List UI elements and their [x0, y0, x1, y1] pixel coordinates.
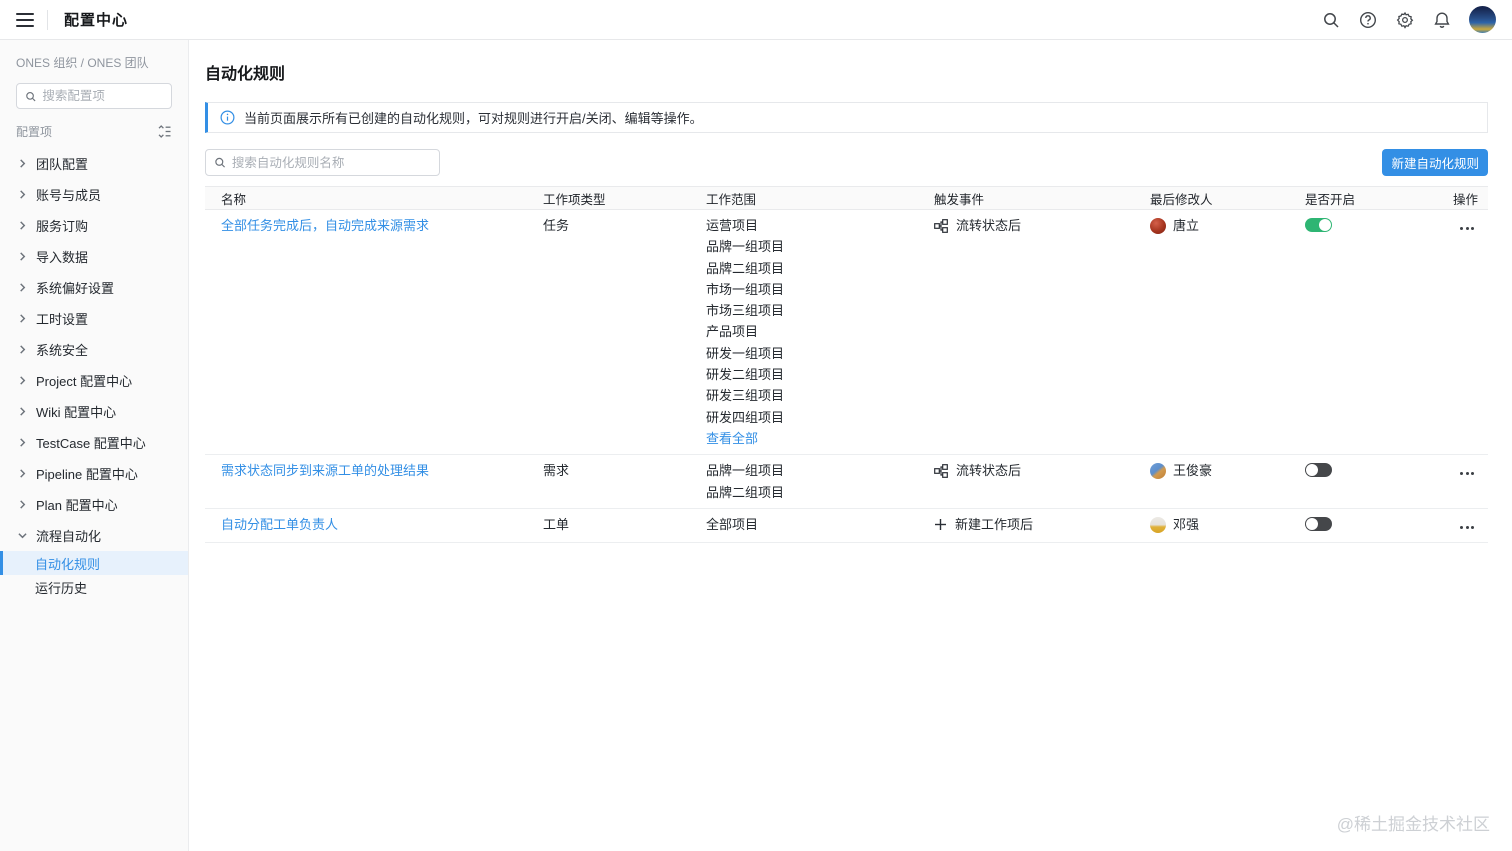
enable-toggle[interactable]: [1305, 516, 1332, 531]
rule-search[interactable]: [205, 149, 440, 176]
enable-toggle[interactable]: [1305, 463, 1332, 478]
modifier-avatar: [1150, 217, 1166, 234]
modifier-avatar: [1150, 462, 1166, 479]
rule-name-link[interactable]: 全部任务完成后，自动完成来源需求: [221, 218, 429, 233]
sidebar-item-wiki-config[interactable]: Wiki 配置中心: [0, 396, 188, 427]
trigger-label: 流转状态后: [956, 463, 1022, 479]
sidebar-item-run-history[interactable]: 运行历史: [0, 575, 188, 599]
collapse-all-icon[interactable]: [157, 124, 172, 139]
more-actions-icon[interactable]: [1460, 517, 1474, 529]
rule-name-link[interactable]: 自动分配工单负责人: [221, 517, 338, 532]
config-section-label: 配置项: [16, 125, 53, 139]
sidebar-item-system-preferences[interactable]: 系统偏好设置: [0, 272, 188, 303]
sidebar-item-team-config[interactable]: 团队配置: [0, 148, 188, 179]
col-actions: 操作: [1452, 192, 1478, 207]
chevron-down-icon: [18, 531, 27, 540]
search-icon: [26, 91, 36, 101]
table-header: 名称 工作项类型 工作范围 触发事件 最后修改人 是否开启 操作: [205, 186, 1488, 210]
col-name: 名称: [221, 192, 247, 207]
chevron-right-icon: [18, 252, 27, 261]
trigger-label: 流转状态后: [956, 218, 1022, 233]
main-content: 自动化规则 当前页面展示所有已创建的自动化规则，可对规则进行开启/关闭、编辑等操…: [189, 40, 1512, 851]
scope-list: 品牌一组项目 品牌二组项目: [706, 463, 785, 500]
modifier-name: 邓强: [1173, 516, 1200, 532]
sidebar-item-import-data[interactable]: 导入数据: [0, 241, 188, 272]
sidebar-item-process-automation[interactable]: 流程自动化: [0, 520, 188, 551]
sidebar-item-accounts-members[interactable]: 账号与成员: [0, 179, 188, 210]
item-type: 需求: [543, 463, 570, 479]
plus-icon: [934, 514, 947, 535]
page-title: 自动化规则: [205, 66, 286, 83]
sidebar-item-project-config[interactable]: Project 配置中心: [0, 365, 188, 396]
sidebar-item-service-subscription[interactable]: 服务订购: [0, 210, 188, 241]
table-row: 需求状态同步到来源工单的处理结果 需求 品牌一组项目 品牌二组项目 流转状态后 …: [205, 455, 1488, 509]
item-type: 工单: [543, 516, 570, 532]
table-row: 自动分配工单负责人 工单 全部项目 新建工作项后 邓强: [205, 509, 1488, 544]
chevron-right-icon: [18, 159, 27, 168]
bell-icon[interactable]: [1432, 10, 1451, 29]
sidebar-item-system-security[interactable]: 系统安全: [0, 334, 188, 365]
search-icon: [215, 157, 226, 168]
chevron-right-icon: [18, 407, 27, 416]
gear-icon[interactable]: [1395, 10, 1414, 29]
more-actions-icon[interactable]: [1460, 218, 1474, 230]
chevron-right-icon: [18, 221, 27, 230]
col-scope: 工作范围: [706, 192, 757, 207]
modifier-name: 唐立: [1173, 218, 1200, 233]
chevron-right-icon: [18, 376, 27, 385]
trigger-label: 新建工作项后: [955, 516, 1034, 532]
chevron-right-icon: [18, 345, 27, 354]
workflow-icon: [934, 460, 948, 481]
item-type: 任务: [543, 218, 570, 233]
modifier-avatar: [1150, 516, 1166, 533]
sidebar-item-automation-rules[interactable]: 自动化规则: [0, 551, 188, 575]
app-title: 配置中心: [64, 12, 129, 29]
chevron-right-icon: [18, 438, 27, 447]
help-icon[interactable]: [1358, 10, 1377, 29]
sidebar-search[interactable]: [16, 83, 172, 109]
menu-icon[interactable]: [16, 12, 34, 27]
rule-name-link[interactable]: 需求状态同步到来源工单的处理结果: [221, 463, 429, 478]
workflow-icon: [934, 215, 948, 236]
user-avatar[interactable]: [1469, 6, 1496, 33]
col-enabled: 是否开启: [1305, 192, 1356, 207]
sidebar-search-input[interactable]: [42, 89, 163, 103]
top-header: 配置中心: [0, 0, 1512, 40]
chevron-right-icon: [18, 469, 27, 478]
search-icon[interactable]: [1321, 10, 1340, 29]
header-divider: [47, 9, 48, 30]
sidebar-item-worktime-settings[interactable]: 工时设置: [0, 303, 188, 334]
watermark: @稀土掘金技术社区: [1336, 815, 1490, 834]
chevron-right-icon: [18, 500, 27, 509]
table-row: 全部任务完成后，自动完成来源需求 任务 运营项目 品牌一组项目 品牌二组项目 市…: [205, 210, 1488, 456]
scope-list: 全部项目: [706, 516, 759, 532]
create-rule-button[interactable]: 新建自动化规则: [1382, 149, 1488, 176]
modifier-name: 王俊豪: [1173, 463, 1213, 479]
breadcrumb: ONES 组织 / ONES 团队: [16, 56, 149, 70]
sidebar-item-testcase-config[interactable]: TestCase 配置中心: [0, 427, 188, 458]
enable-toggle[interactable]: [1305, 218, 1332, 232]
info-banner-text: 当前页面展示所有已创建的自动化规则，可对规则进行开启/关闭、编辑等操作。: [244, 111, 703, 126]
sidebar: ONES 组织 / ONES 团队 配置项 团队配置 账号与成员 服务订购 导入…: [0, 40, 189, 851]
scope-list: 运营项目 品牌一组项目 品牌二组项目 市场一组项目 市场三组项目 产品项目 研发…: [706, 215, 934, 449]
more-actions-icon[interactable]: [1460, 463, 1474, 476]
view-all-link[interactable]: 查看全部: [706, 428, 934, 449]
col-item-type: 工作项类型: [543, 192, 606, 207]
info-banner: 当前页面展示所有已创建的自动化规则，可对规则进行开启/关闭、编辑等操作。: [205, 102, 1488, 133]
rules-table: 名称 工作项类型 工作范围 触发事件 最后修改人 是否开启 操作 全部任务完成后…: [205, 186, 1488, 544]
chevron-right-icon: [18, 283, 27, 292]
chevron-right-icon: [18, 314, 27, 323]
col-modifier: 最后修改人: [1150, 192, 1213, 207]
sidebar-nav: 团队配置 账号与成员 服务订购 导入数据 系统偏好设置 工时设置 系统安全 Pr…: [0, 148, 188, 599]
rule-search-input[interactable]: [231, 155, 431, 170]
sidebar-item-plan-config[interactable]: Plan 配置中心: [0, 489, 188, 520]
info-icon: [220, 110, 235, 125]
chevron-right-icon: [18, 190, 27, 199]
col-trigger: 触发事件: [934, 192, 985, 207]
sidebar-item-pipeline-config[interactable]: Pipeline 配置中心: [0, 458, 188, 489]
